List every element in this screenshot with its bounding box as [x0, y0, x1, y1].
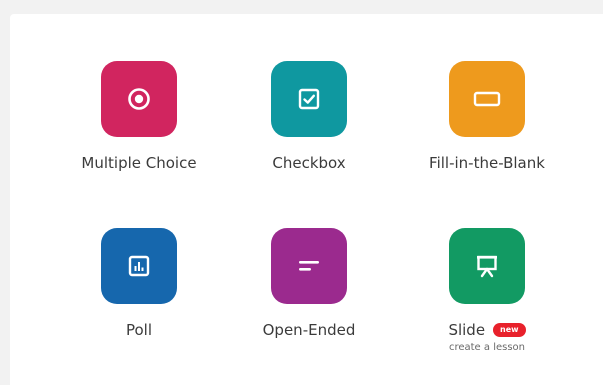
slide-label-row: Slide new [397, 320, 577, 340]
checkbox-label: Checkbox [272, 154, 346, 172]
checkbox-option[interactable]: Checkbox [219, 61, 399, 173]
multiple-choice-icon-tile [101, 61, 177, 137]
checkbox-icon-tile [271, 61, 347, 137]
slide-label: Slide [448, 321, 486, 339]
radio-button-icon [128, 88, 150, 110]
poll-label: Poll [125, 321, 153, 339]
checkbox-icon [298, 88, 320, 110]
poll-icon-tile [101, 228, 177, 304]
open-ended-label: Open-Ended [262, 321, 356, 339]
multiple-choice-option[interactable]: Multiple Choice [49, 61, 229, 173]
open-ended-icon-tile [271, 228, 347, 304]
fill-in-the-blank-icon-tile [449, 61, 525, 137]
new-badge: new [493, 323, 526, 337]
slide-icon-tile [449, 228, 525, 304]
presentation-icon [477, 255, 497, 278]
poll-option[interactable]: Poll [49, 228, 229, 340]
blank-field-icon [473, 91, 501, 107]
text-lines-icon [299, 261, 319, 271]
fill-in-the-blank-label: Fill-in-the-Blank [429, 154, 545, 172]
bar-chart-icon [128, 255, 150, 277]
fill-in-the-blank-option[interactable]: Fill-in-the-Blank [397, 61, 577, 173]
slide-sublabel: create a lesson [448, 342, 526, 353]
slide-option[interactable]: Slide new create a lesson [397, 228, 577, 355]
question-type-panel: Multiple Choice Checkbox Fill-in-the-Bla… [10, 14, 603, 385]
multiple-choice-label: Multiple Choice [81, 154, 197, 172]
open-ended-option[interactable]: Open-Ended [219, 228, 399, 340]
